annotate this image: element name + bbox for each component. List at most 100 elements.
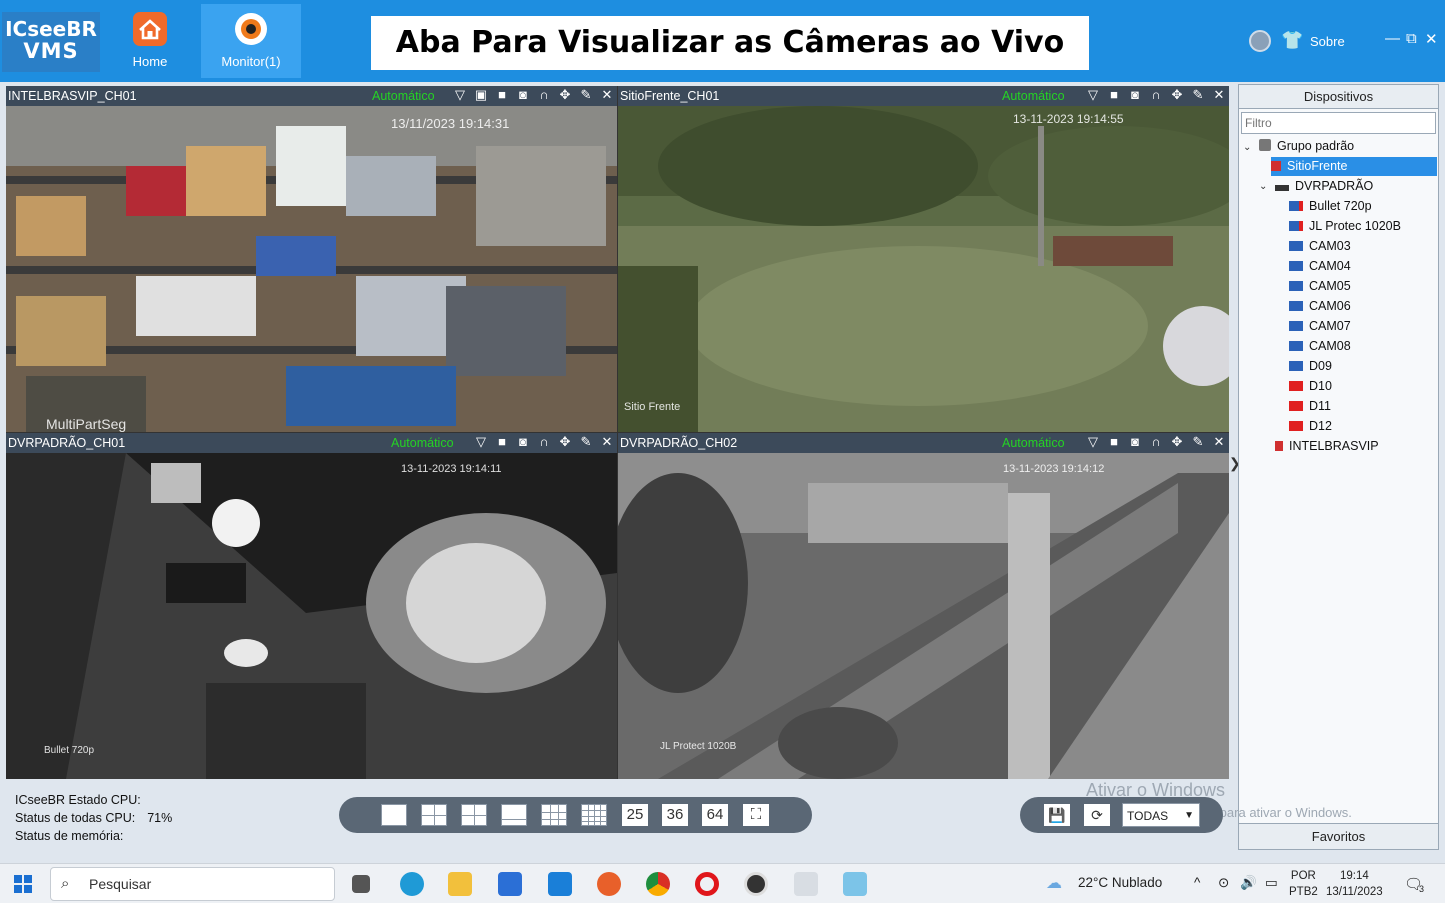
layout-1-button[interactable] <box>381 804 407 826</box>
input-language[interactable]: POR PTB2 <box>1289 868 1318 900</box>
tree-device-intelbrasvip[interactable]: INTELBRASVIP <box>1275 437 1379 456</box>
mail-icon[interactable] <box>548 872 572 896</box>
favorites-tab[interactable]: Favoritos <box>1239 823 1438 849</box>
minimize-button[interactable]: — <box>1385 30 1400 47</box>
camera-tile-3[interactable]: 13-11-2023 19:14:11 Bullet 720p DVRPADRÃ… <box>6 433 617 779</box>
refresh-icon[interactable]: ⟳ <box>1084 804 1110 826</box>
tray-chevron-icon[interactable]: ^ <box>1194 875 1200 890</box>
fullscreen-icon[interactable]: ⛶ <box>743 804 769 826</box>
record-icon[interactable]: ■ <box>494 87 510 103</box>
camera-1-mode[interactable]: Automático <box>372 89 435 103</box>
record-icon[interactable]: ■ <box>494 434 510 450</box>
tree-device-sitiofrente[interactable]: SitioFrente <box>1271 157 1437 176</box>
tree-channel[interactable]: D10 <box>1289 377 1332 396</box>
edge-icon[interactable] <box>400 872 424 896</box>
snapshot-icon[interactable]: ◙ <box>515 434 531 450</box>
camera-tile-1[interactable]: 13/11/2023 19:14:31 MultiPartSeg INTELBR… <box>6 86 617 432</box>
ptz-icon[interactable]: ✥ <box>1169 434 1185 450</box>
nav-monitor-button[interactable]: Monitor(1) <box>201 4 301 78</box>
weather-text[interactable]: 22°C Nublado <box>1078 875 1162 890</box>
stream-select[interactable]: TODAS ▼ <box>1122 803 1200 827</box>
close-button[interactable]: ✕ <box>1425 30 1438 48</box>
settings-icon[interactable]: ✎ <box>578 434 594 450</box>
settings-icon[interactable]: ✎ <box>1190 87 1206 103</box>
volume-icon[interactable]: 🔊 <box>1240 875 1257 891</box>
tree-channel[interactable]: CAM08 <box>1289 337 1351 356</box>
audio-icon[interactable]: ∩ <box>1148 434 1164 450</box>
camera-tile-4[interactable]: 13-11-2023 19:14:12 JL Protect 1020B DVR… <box>618 433 1229 779</box>
tree-channel[interactable]: CAM05 <box>1289 277 1351 296</box>
close-icon[interactable]: ✕ <box>1211 434 1227 450</box>
close-icon[interactable]: ✕ <box>1211 87 1227 103</box>
ptz-icon[interactable]: ✥ <box>1169 87 1185 103</box>
settings-icon[interactable]: ✎ <box>1190 434 1206 450</box>
restore-button[interactable]: ⧉ <box>1406 30 1417 47</box>
layout-8-button[interactable] <box>501 804 527 826</box>
chrome-icon[interactable] <box>646 872 670 896</box>
layout-9-button[interactable] <box>541 804 567 826</box>
about-button[interactable]: Sobre <box>1310 34 1345 49</box>
layout-64-button[interactable]: 64 <box>702 804 728 826</box>
windows-start-icon[interactable] <box>14 875 32 893</box>
tree-channel[interactable]: CAM06 <box>1289 297 1351 316</box>
tree-device-dvrpadrao[interactable]: DVRPADRÃO <box>1275 177 1435 196</box>
tree-group-default[interactable]: Grupo padrão <box>1259 137 1434 156</box>
layout-25-button[interactable]: 25 <box>622 804 648 826</box>
window-icon[interactable]: ▣ <box>473 87 489 103</box>
tree-channel[interactable]: D11 <box>1289 397 1331 416</box>
taskbar-clock[interactable]: 19:14 13/11/2023 <box>1326 868 1383 900</box>
firefox-icon[interactable] <box>597 872 621 896</box>
record-icon[interactable]: ■ <box>1106 87 1122 103</box>
dropdown-icon[interactable]: ▽ <box>452 87 468 103</box>
display-icon[interactable]: ▭ <box>1265 875 1278 891</box>
audio-icon[interactable]: ∩ <box>536 434 552 450</box>
layout-4-button[interactable] <box>421 804 447 826</box>
audio-icon[interactable]: ∩ <box>1148 87 1164 103</box>
save-icon[interactable]: 💾 <box>1044 804 1070 826</box>
layout-6-button[interactable] <box>461 804 487 826</box>
snapshot-icon[interactable]: ◙ <box>515 87 531 103</box>
tree-channel[interactable]: D12 <box>1289 417 1332 436</box>
layout-36-button[interactable]: 36 <box>662 804 688 826</box>
tree-channel[interactable]: CAM07 <box>1289 317 1351 336</box>
camera-2-mode[interactable]: Automático <box>1002 89 1065 103</box>
camera-3-mode[interactable]: Automático <box>391 436 454 450</box>
tree-channel[interactable]: D09 <box>1289 357 1332 376</box>
file-explorer-icon[interactable] <box>448 872 472 896</box>
store-icon[interactable] <box>498 872 522 896</box>
collapse-group-icon[interactable]: ⌄ <box>1243 142 1251 153</box>
collapse-device-icon[interactable]: ⌄ <box>1259 181 1267 192</box>
close-icon[interactable]: ✕ <box>599 87 615 103</box>
nav-home-button[interactable]: Home <box>108 4 192 78</box>
network-icon[interactable]: ⊙ <box>1218 875 1229 891</box>
tree-channel[interactable]: Bullet 720p <box>1289 197 1372 216</box>
info-icon[interactable] <box>1249 30 1271 52</box>
audio-icon[interactable]: ∩ <box>536 87 552 103</box>
taskbar-search[interactable]: ⌕ Pesquisar <box>50 867 335 901</box>
dropdown-icon[interactable]: ▽ <box>473 434 489 450</box>
dropdown-icon[interactable]: ▽ <box>1085 87 1101 103</box>
dropdown-icon[interactable]: ▽ <box>1085 434 1101 450</box>
close-icon[interactable]: ✕ <box>599 434 615 450</box>
ptz-icon[interactable]: ✥ <box>557 434 573 450</box>
tree-channel[interactable]: CAM04 <box>1289 257 1351 276</box>
settings-icon[interactable]: ✎ <box>578 87 594 103</box>
mail-notification-icon[interactable] <box>794 872 818 896</box>
opera-icon[interactable] <box>695 872 719 896</box>
record-icon[interactable]: ■ <box>1106 434 1122 450</box>
layout-16-button[interactable] <box>581 804 607 826</box>
tree-channel[interactable]: JL Protec 1020B <box>1289 217 1401 236</box>
app-icon[interactable] <box>843 872 867 896</box>
device-filter-input[interactable] <box>1241 112 1436 134</box>
tree-channel[interactable]: CAM03 <box>1289 237 1351 256</box>
icseebr-vms-icon[interactable] <box>744 872 768 896</box>
snapshot-icon[interactable]: ◙ <box>1127 87 1143 103</box>
task-view-icon[interactable] <box>352 875 370 893</box>
shirt-icon[interactable]: 👕 <box>1281 30 1303 51</box>
camera-4-mode[interactable]: Automático <box>1002 436 1065 450</box>
snapshot-icon[interactable]: ◙ <box>1127 434 1143 450</box>
camera-1-toolbar: ▽ ▣ ■ ◙ ∩ ✥ ✎ ✕ <box>452 87 615 103</box>
camera-feed-4 <box>618 453 1229 779</box>
ptz-icon[interactable]: ✥ <box>557 87 573 103</box>
camera-tile-2[interactable]: 13-11-2023 19:14:55 Sitio Frente SitioFr… <box>618 86 1229 432</box>
